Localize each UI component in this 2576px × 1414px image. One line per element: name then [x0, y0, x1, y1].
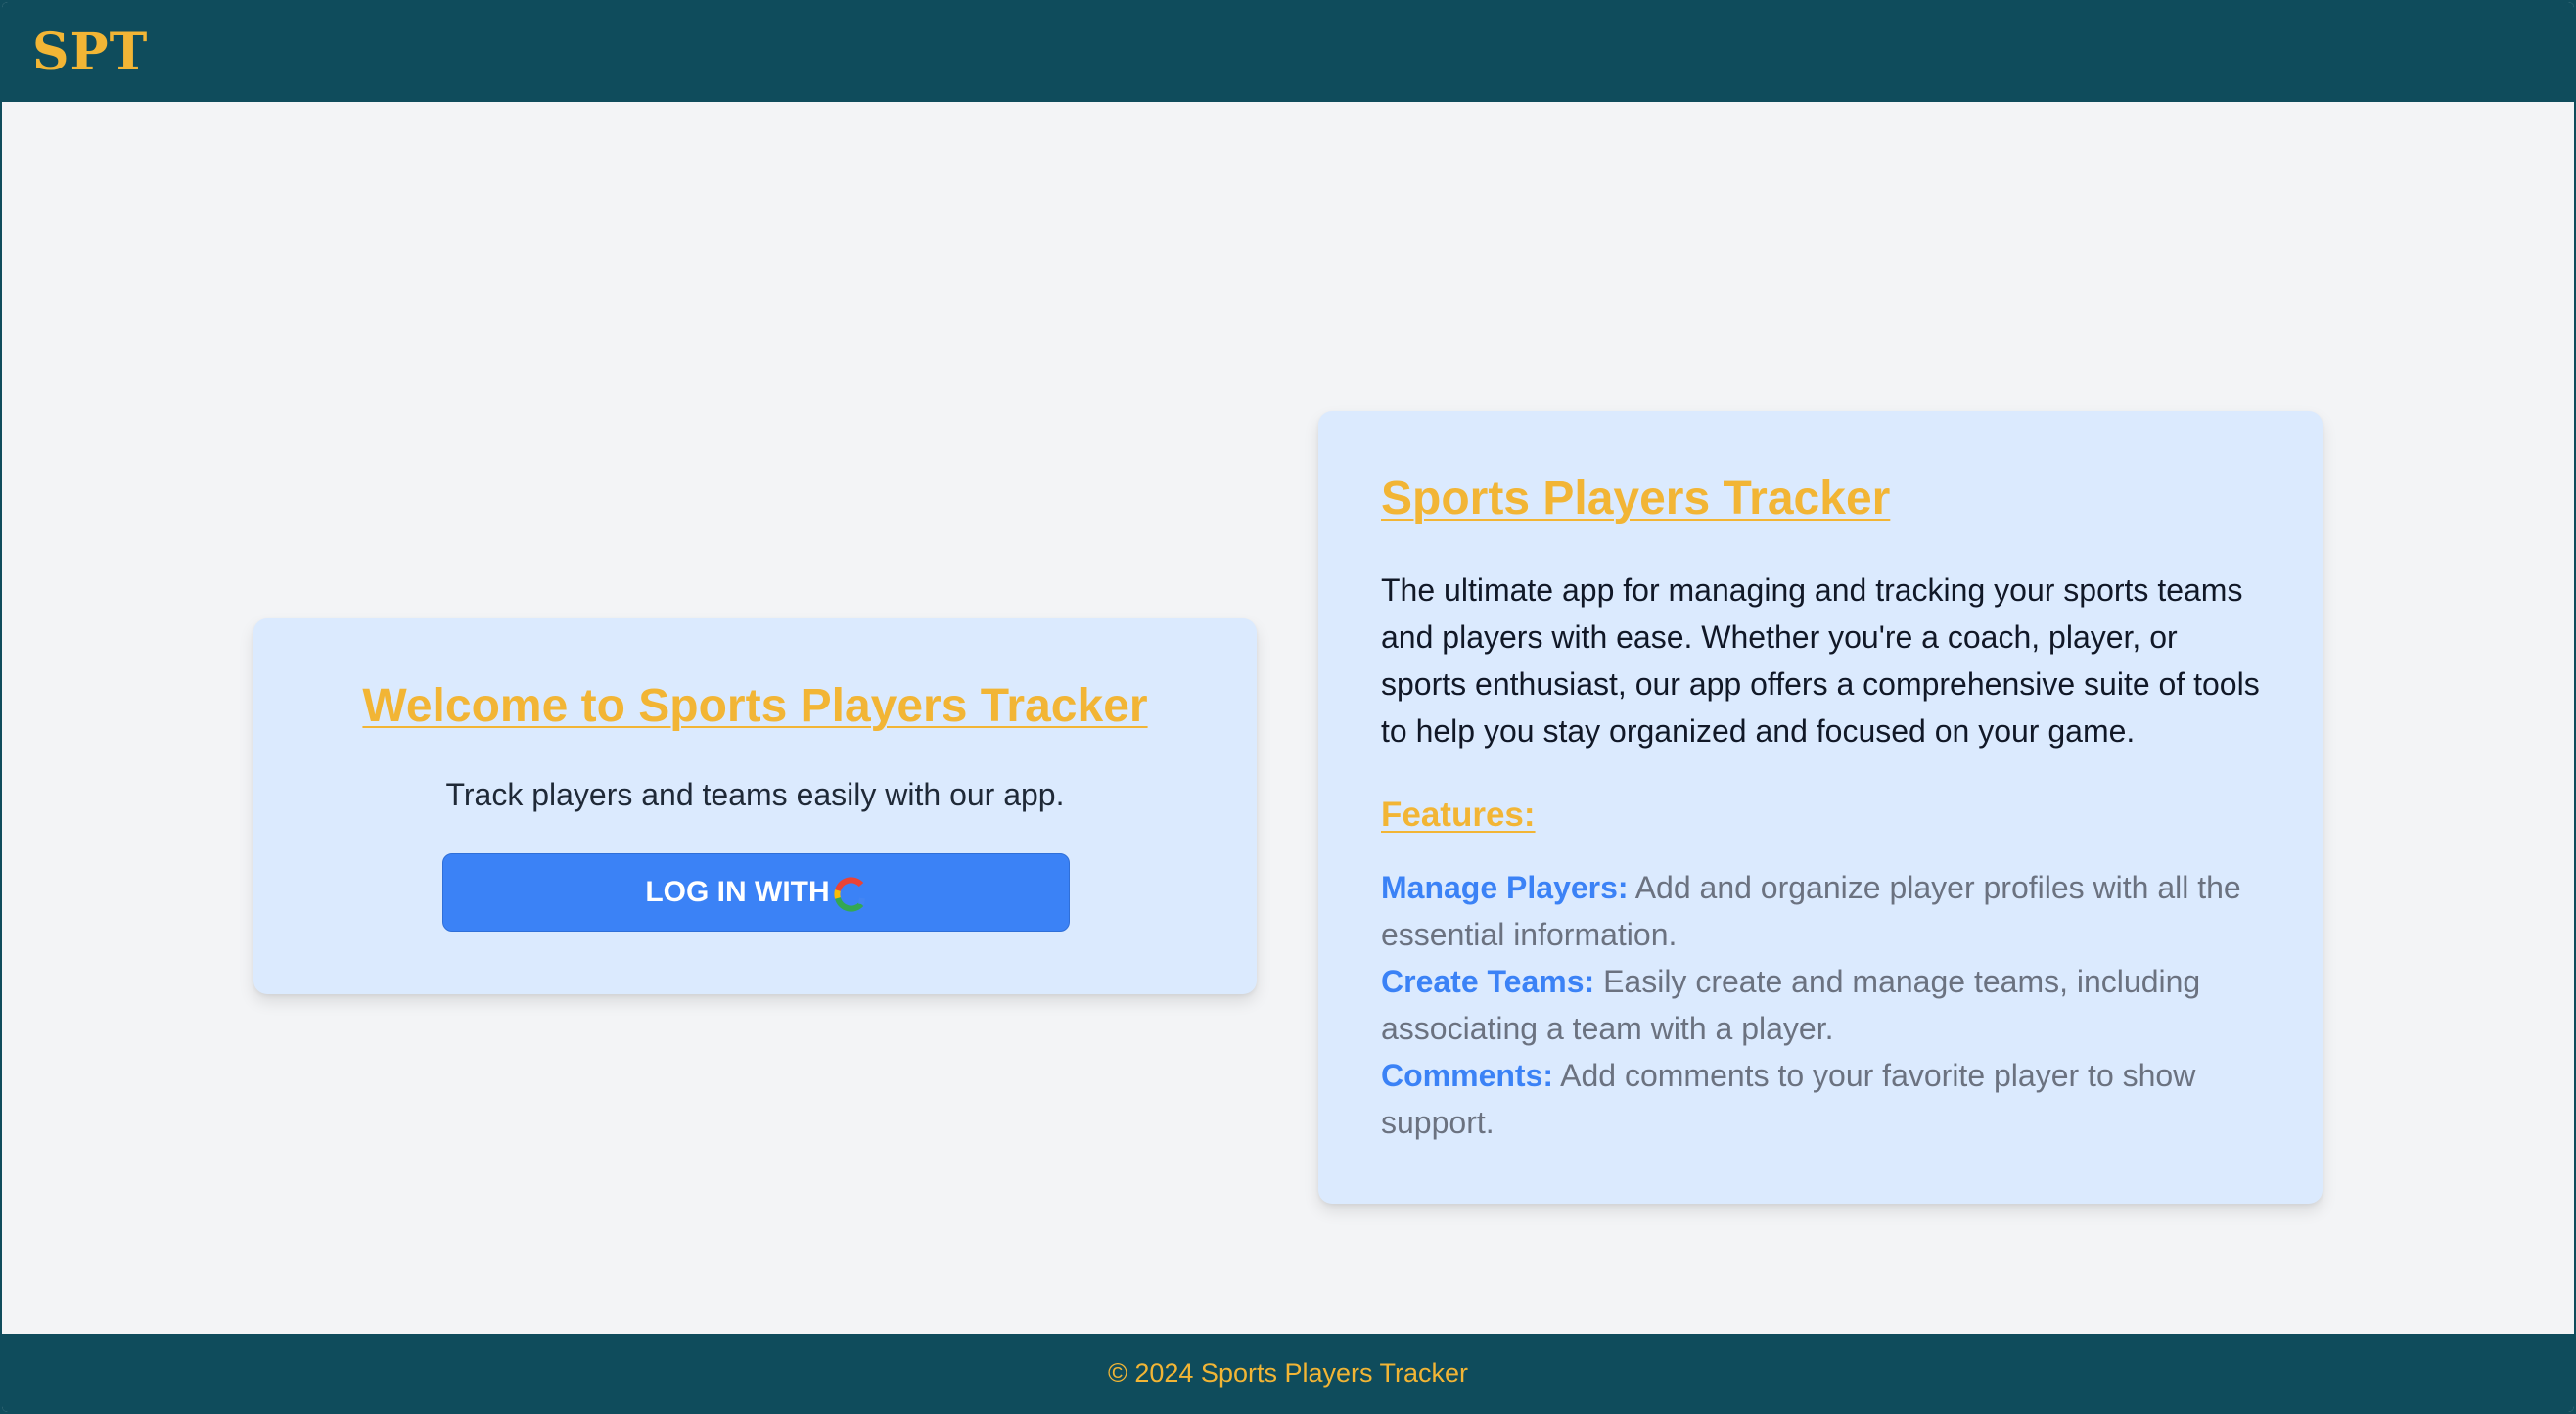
- feature-name: Comments:: [1381, 1058, 1554, 1093]
- top-navbar: SPT: [2, 2, 2574, 102]
- about-card: Sports Players Tracker The ultimate app …: [1318, 411, 2323, 1204]
- about-title: Sports Players Tracker: [1381, 473, 1891, 525]
- login-card: Welcome to Sports Players Tracker Track …: [253, 618, 1257, 994]
- features-title: Features:: [1381, 796, 1536, 834]
- login-button-label: LOG IN WITH: [645, 876, 830, 908]
- app-window: SPT Welcome to Sports Players Tracker Tr…: [2, 2, 2574, 1412]
- about-description: The ultimate app for managing and tracki…: [1381, 572, 2260, 749]
- feature-item-comments: Comments: Add comments to your favorite …: [1381, 1052, 2260, 1146]
- feature-item-manage-players: Manage Players: Add and organize player …: [1381, 864, 2260, 958]
- feature-list: Manage Players: Add and organize player …: [1381, 864, 2260, 1146]
- feature-name: Create Teams:: [1381, 964, 1595, 999]
- logo[interactable]: SPT: [32, 23, 148, 82]
- feature-name: Manage Players:: [1381, 870, 1629, 905]
- footer: © 2024 Sports Players Tracker: [2, 1334, 2574, 1412]
- welcome-subtitle: Track players and teams easily with our …: [445, 777, 1065, 812]
- google-icon: [832, 877, 867, 912]
- feature-item-create-teams: Create Teams: Easily create and manage t…: [1381, 958, 2260, 1052]
- copyright-text: © 2024 Sports Players Tracker: [1107, 1357, 1469, 1388]
- welcome-title: Welcome to Sports Players Tracker: [362, 680, 1148, 732]
- google-login-button[interactable]: LOG IN WITH: [442, 853, 1070, 932]
